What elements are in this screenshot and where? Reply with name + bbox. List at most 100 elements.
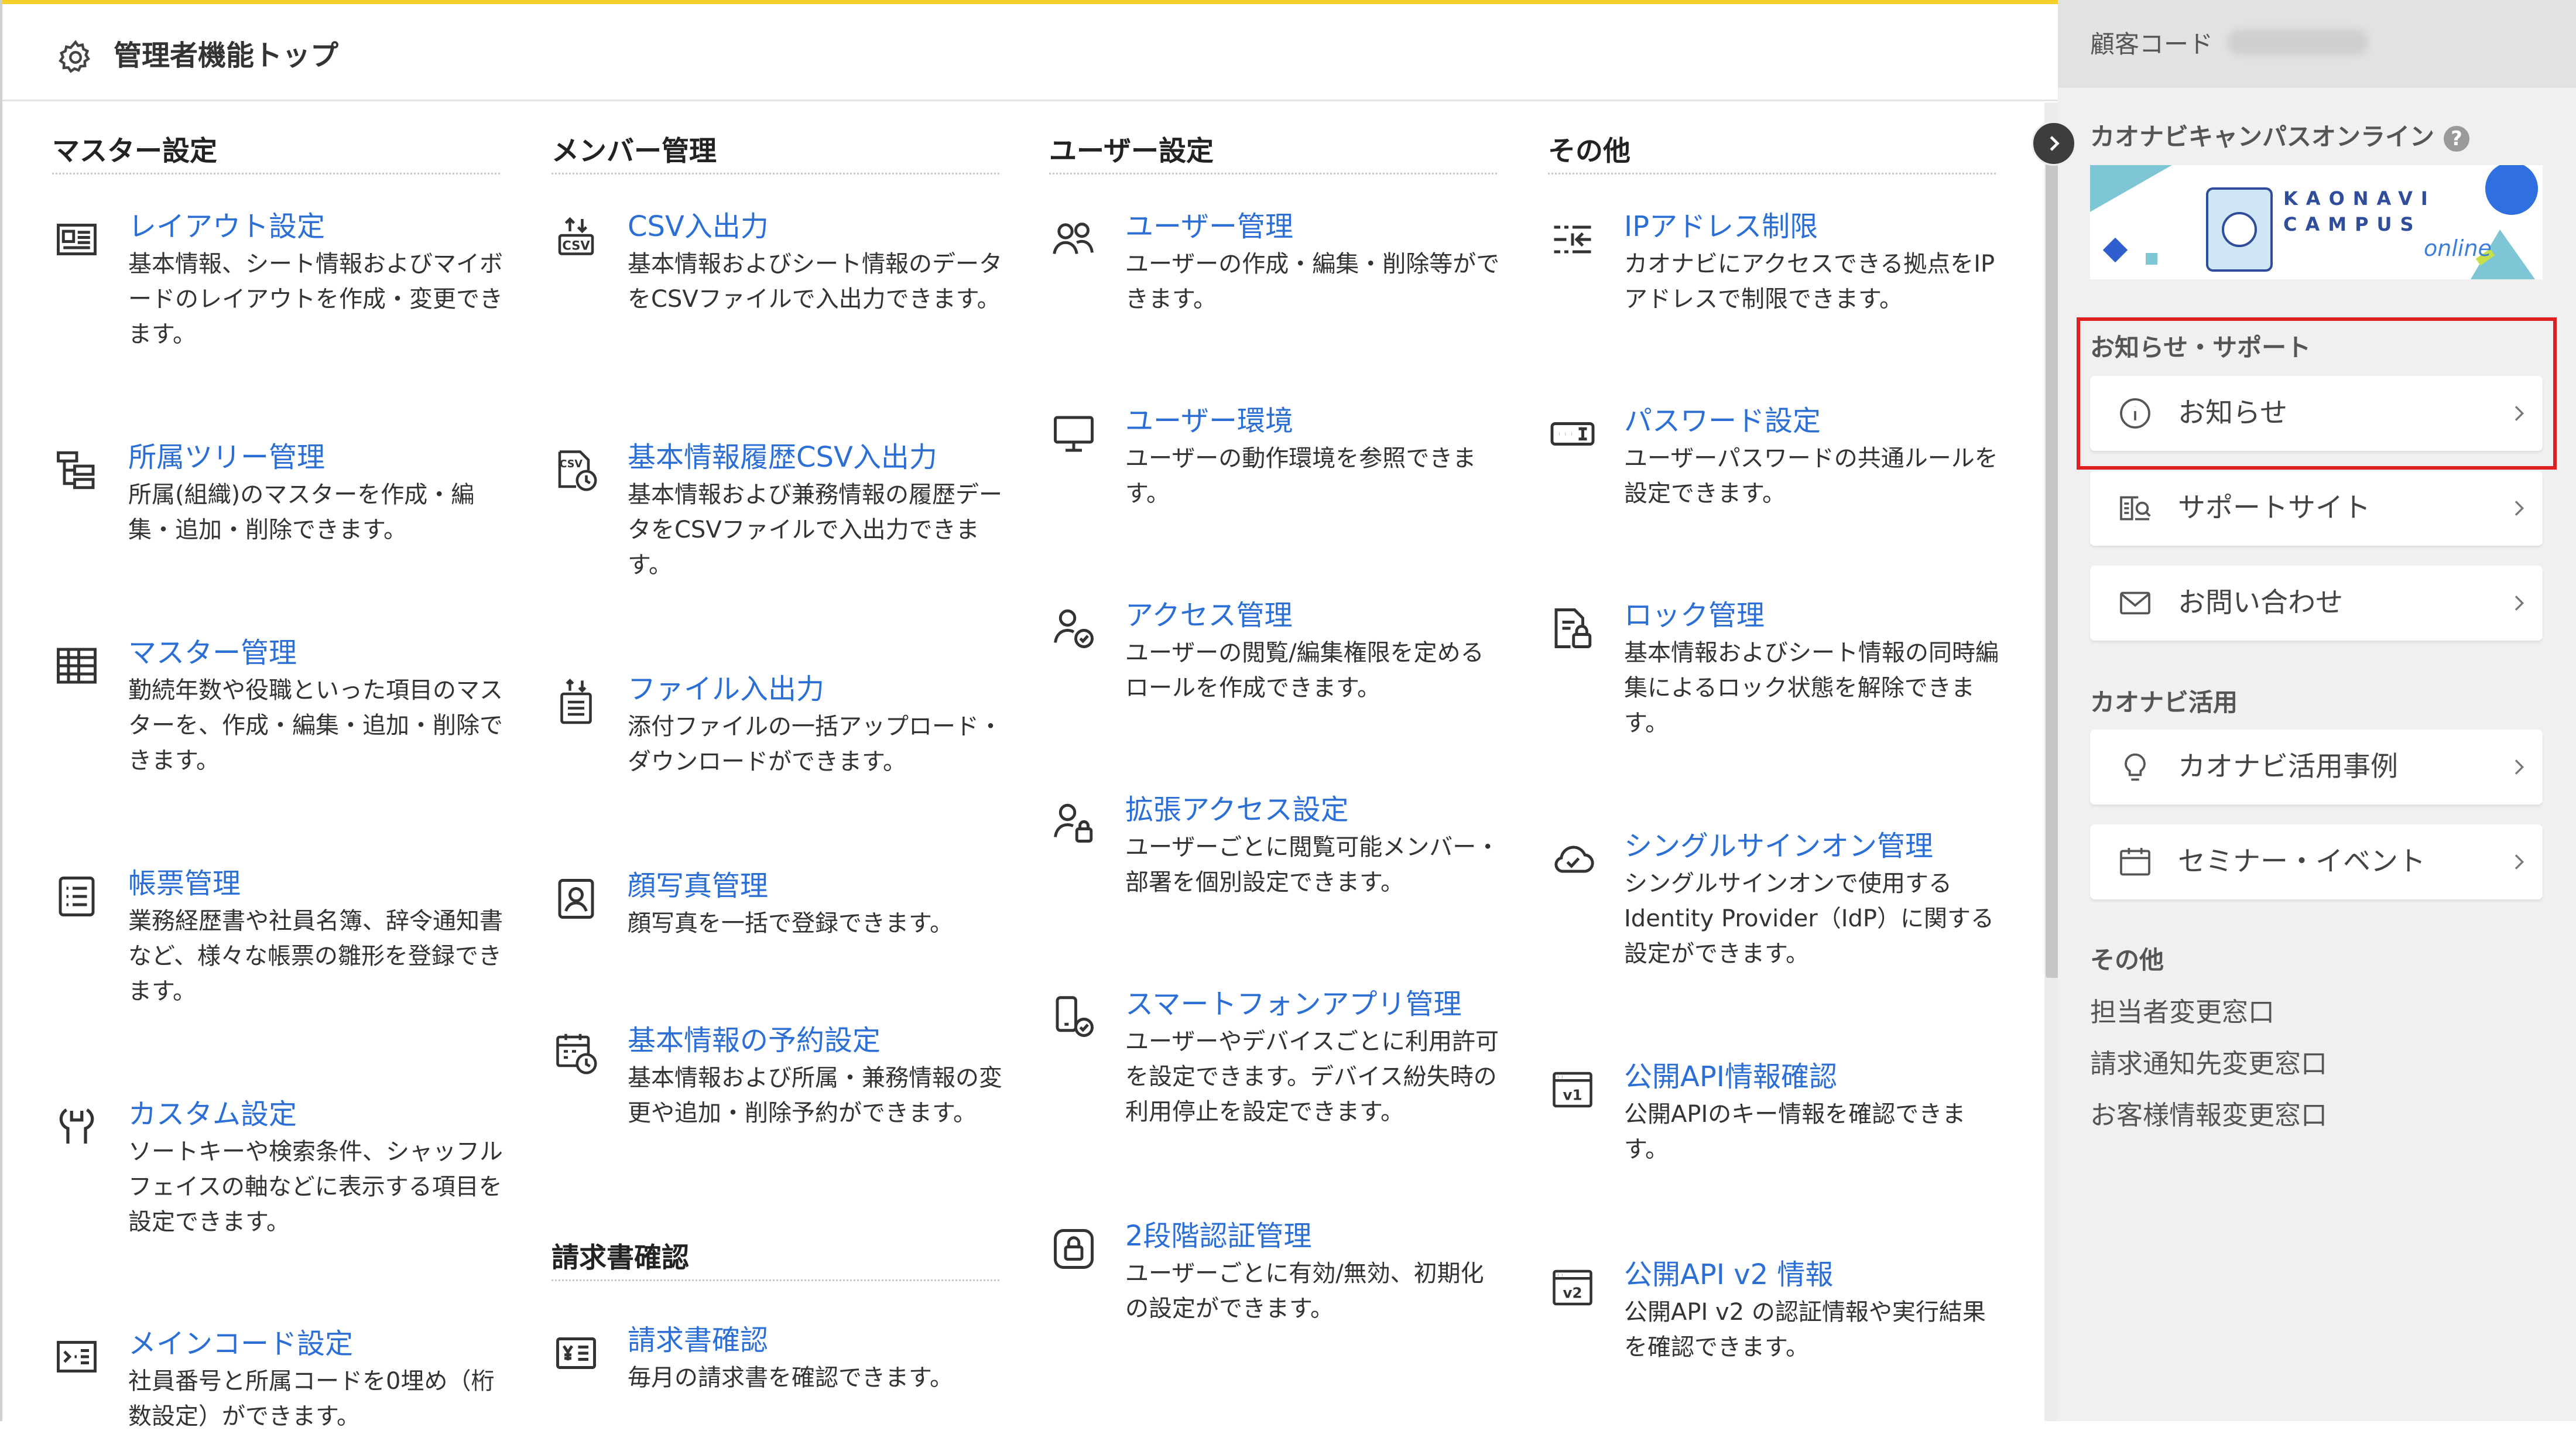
case-studies-card[interactable]: カオナビ活用事例 <box>2090 730 2543 805</box>
sidebar-toggle-button[interactable] <box>2032 121 2076 166</box>
menu-item-title[interactable]: レイアウト設定 <box>128 208 325 245</box>
menu-item-desc: 基本情報および兼務情報の履歴データをCSVファイルで入出力できます。 <box>628 481 1002 579</box>
chevron-right-icon <box>2515 759 2524 775</box>
right-sidebar: 顧客コード カオナビキャンパスオンライン? KAONAVI CAMPUS onli… <box>2058 0 2576 1421</box>
file-transfer-icon <box>560 679 592 724</box>
svg-text:v2: v2 <box>1563 1285 1582 1302</box>
svg-text:CSV: CSV <box>562 239 590 253</box>
support-book-icon <box>2120 496 2151 521</box>
ip-restrict-icon <box>1554 225 1591 254</box>
tree-icon <box>57 451 95 490</box>
menu-item-desc: 顔写真を一括で登録できます。 <box>628 910 953 937</box>
user-lock-icon <box>1054 803 1093 843</box>
column-user-settings: ユーザー設定 ユーザー管理 ユーザーの作成・編集・削除等ができます。 ユーザー環… <box>1049 132 1499 1322</box>
menu-item-desc: ユーザーの作成・編集・削除等ができます。 <box>1125 251 1500 313</box>
campus-heading: カオナビキャンパスオンライン? <box>2090 117 2470 153</box>
column-heading: その他 <box>1548 132 1996 174</box>
chevron-right-icon <box>2515 595 2524 611</box>
app-root: 管理者機能トップ マスター設定 レイアウト設定 基本情報、シート情報およびマイボ… <box>0 0 2576 1430</box>
menu-item-title[interactable]: 所属ツリー管理 <box>128 439 325 476</box>
link-contact-change[interactable]: 担当者変更窓口 <box>2090 991 2274 1029</box>
customer-code-value-blurred <box>2228 29 2368 55</box>
card-label: カオナビ活用事例 <box>2178 751 2398 783</box>
menu-item-title[interactable]: ユーザー管理 <box>1125 208 1293 245</box>
menu-item-desc: ソートキーや検索条件、シャッフルフェイスの軸などに表示する項目を設定できます。 <box>128 1138 503 1236</box>
menu-item-desc: 業務経歴書や社員名簿、辞令通知書など、様々な帳票の雛形を登録できます。 <box>128 908 503 1005</box>
menu-item-title[interactable]: ユーザー環境 <box>1125 402 1293 440</box>
menu-item-title[interactable]: 帳票管理 <box>128 865 241 902</box>
column-heading: ユーザー設定 <box>1049 132 1497 174</box>
menu-item-desc: ユーザーごとに有効/無効、初期化の設定ができます。 <box>1125 1260 1484 1322</box>
menu-item-title[interactable]: CSV入出力 <box>628 208 769 245</box>
link-billing-change[interactable]: 請求通知先変更窓口 <box>2090 1042 2327 1080</box>
menu-item-desc: 基本情報およびシート情報のデータをCSVファイルで入出力できます。 <box>628 251 1002 313</box>
lightbulb-icon <box>2125 753 2146 781</box>
menu-item-title[interactable]: 顔写真管理 <box>628 867 768 905</box>
help-icon[interactable]: ? <box>2444 125 2470 152</box>
file-lock-icon <box>1554 608 1592 648</box>
column-heading: マスター設定 <box>52 132 500 174</box>
top-accent-line <box>2 0 2060 4</box>
menu-item-title[interactable]: マスター管理 <box>128 634 297 672</box>
menu-item-title[interactable]: ファイル入出力 <box>628 670 824 708</box>
page-title: 管理者機能トップ <box>114 39 339 72</box>
menu-item-desc: カオナビにアクセスできる拠点をIPアドレスで制限できます。 <box>1624 251 1995 313</box>
card-label: セミナー・イベント <box>2178 846 2426 878</box>
gear-icon <box>59 40 91 73</box>
other-heading: その他 <box>2090 946 2164 974</box>
menu-item-title[interactable]: 公開API情報確認 <box>1624 1058 1837 1096</box>
menu-item-desc: 基本情報、シート情報およびマイボードのレイアウトを作成・変更できます。 <box>128 251 503 348</box>
menu-item-title[interactable]: パスワード設定 <box>1624 402 1821 440</box>
scrollbar-thumb[interactable] <box>2046 141 2059 978</box>
menu-item-title[interactable]: IPアドレス制限 <box>1624 208 1818 245</box>
menu-item-desc: ユーザーの閲覧/編集権限を定めるロールを作成できます。 <box>1125 639 1484 701</box>
support-site-card[interactable]: サポートサイト <box>2090 471 2543 546</box>
subheading-invoice: 請求書確認 <box>551 1238 999 1281</box>
menu-item-desc: ユーザーの動作環境を参照できます。 <box>1125 445 1477 507</box>
api-v2-icon: v2 <box>1553 1269 1592 1306</box>
campus-heading-text: カオナビキャンパスオンライン <box>2090 122 2435 151</box>
campus-banner[interactable]: KAONAVI CAMPUS online <box>2090 165 2543 279</box>
menu-item-title[interactable]: 基本情報履歴CSV入出力 <box>628 439 937 476</box>
link-customer-info-change[interactable]: お客様情報変更窓口 <box>2090 1094 2327 1132</box>
column-heading: メンバー管理 <box>551 132 999 174</box>
menu-item-desc: 公開API v2 の認証情報や実行結果を確認できます。 <box>1624 1299 1986 1361</box>
usage-heading: カオナビ活用 <box>2090 688 2238 717</box>
menu-item-desc: 基本情報および所属・兼務情報の変更や追加・削除予約ができます。 <box>628 1065 1002 1127</box>
menu-item-title[interactable]: アクセス管理 <box>1125 597 1293 634</box>
menu-item-title[interactable]: シングルサインオン管理 <box>1624 827 1933 865</box>
chevron-right-icon <box>2515 501 2524 516</box>
menu-item-desc: 毎月の請求書を確認できます。 <box>628 1364 953 1391</box>
menu-item-desc: 勤続年数や役職といった項目のマスターを、作成・編集・追加・削除できます。 <box>128 677 503 774</box>
menu-item-title[interactable]: 請求書確認 <box>628 1322 768 1359</box>
menu-item-desc: ユーザーパスワードの共通ルールを設定できます。 <box>1624 445 1998 507</box>
mail-icon <box>2120 591 2150 615</box>
menu-item-title[interactable]: 拡張アクセス設定 <box>1125 791 1349 829</box>
menu-item-title[interactable]: ロック管理 <box>1624 597 1765 634</box>
menu-item-desc: 添付ファイルの一括アップロード・ダウンロードができます。 <box>628 713 1002 775</box>
two-factor-icon <box>1054 1229 1094 1269</box>
contact-card[interactable]: お問い合わせ <box>2090 566 2543 641</box>
menu-item-desc: ユーザーごとに閲覧可能メンバー・部署を個別設定できます。 <box>1125 834 1500 896</box>
menu-item-title[interactable]: メインコード設定 <box>128 1325 353 1363</box>
menu-item-title[interactable]: 2段階認証管理 <box>1125 1217 1312 1255</box>
csv-icon: CSV <box>558 217 594 255</box>
chevron-right-icon <box>2050 136 2060 151</box>
menu-item-title[interactable]: スマートフォンアプリ管理 <box>1125 985 1462 1023</box>
table-icon <box>57 648 97 684</box>
card-label: サポートサイト <box>2178 492 2371 524</box>
cloud-check-icon <box>1554 846 1594 873</box>
seminar-card[interactable]: セミナー・イベント <box>2090 824 2543 899</box>
menu-item-title[interactable]: 公開API v2 情報 <box>1624 1256 1833 1293</box>
users-icon <box>1053 223 1094 254</box>
menu-item-title[interactable]: 基本情報の予約設定 <box>628 1022 881 1059</box>
menu-item-desc: 基本情報およびシート情報の同時編集によるロック状態を解除できます。 <box>1624 639 1999 737</box>
main-panel: 管理者機能トップ マスター設定 レイアウト設定 基本情報、シート情報およびマイボ… <box>0 0 2060 1430</box>
svg-text:CSV: CSV <box>560 458 583 470</box>
svg-text:v1: v1 <box>1563 1087 1582 1104</box>
menu-item-title[interactable]: カスタム設定 <box>128 1096 297 1133</box>
menu-item-desc: 社員番号と所属コードを0埋め（桁数設定）ができます。 <box>128 1368 495 1430</box>
invoice-icon <box>556 1337 596 1369</box>
calendar-clock-icon <box>556 1033 597 1074</box>
column-other: その他 IPアドレス制限 カオナビにアクセスできる拠点をIPアドレスで制限できま… <box>1548 132 1999 1361</box>
